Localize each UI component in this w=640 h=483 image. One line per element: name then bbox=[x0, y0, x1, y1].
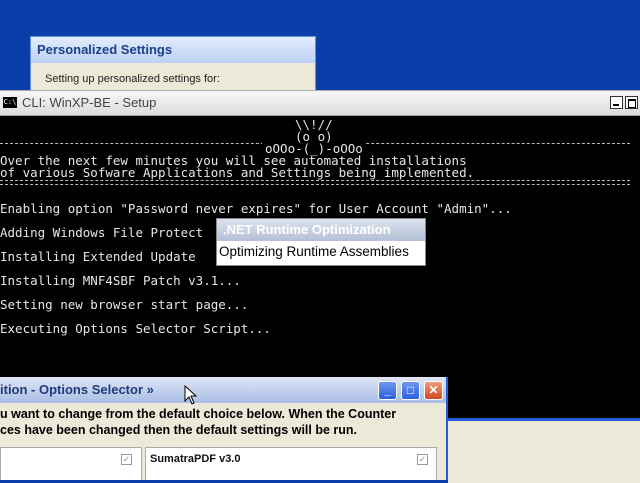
personalized-settings-text: Setting up personalized settings for: bbox=[45, 73, 220, 85]
option-checkbox[interactable]: ✓ bbox=[121, 454, 132, 465]
console-double-divider bbox=[0, 180, 630, 185]
mouse-cursor-icon bbox=[184, 385, 198, 405]
options-selector-window[interactable]: ition - Options Selector » _ □ ✕ u want … bbox=[0, 377, 448, 480]
personalized-settings-title: Personalized Settings bbox=[31, 37, 315, 63]
option-label-sumatrapdf: SumatraPDF v3.0 bbox=[150, 453, 241, 465]
console-icon: C:\ bbox=[3, 97, 17, 108]
console-output-line: Enabling option "Password never expires"… bbox=[0, 201, 512, 216]
options-selector-titlebar[interactable]: ition - Options Selector » _ □ ✕ bbox=[0, 377, 446, 403]
net-popup-message: Optimizing Runtime Assemblies bbox=[219, 244, 409, 259]
net-popup-title: .NET Runtime Optimization bbox=[217, 219, 425, 241]
options-description: ces have been changed then the default s… bbox=[0, 423, 358, 437]
minimize-button[interactable] bbox=[610, 96, 623, 109]
console-output-line: Executing Options Selector Script... bbox=[0, 321, 271, 336]
background-window-fragment bbox=[448, 418, 640, 483]
net-optimization-popup[interactable]: .NET Runtime Optimization Optimizing Run… bbox=[216, 218, 426, 266]
console-output-line: Installing MNF4SBF Patch v3.1... bbox=[0, 273, 241, 288]
console-output-line: Installing Extended Update bbox=[0, 249, 196, 264]
option-checkbox-sumatrapdf[interactable]: ✓ bbox=[417, 454, 428, 465]
console-output-line: Setting new browser start page... bbox=[0, 297, 249, 312]
options-description: u want to change from the default choice… bbox=[0, 407, 397, 421]
options-list-left[interactable]: ✓ bbox=[0, 447, 142, 480]
options-list-right[interactable]: SumatraPDF v3.0 ✓ bbox=[145, 447, 437, 480]
close-button[interactable]: ✕ bbox=[424, 381, 443, 400]
console-output-line: Adding Windows File Protect bbox=[0, 225, 204, 240]
console-title: CLI: WinXP-BE - Setup bbox=[22, 95, 157, 110]
minimize-button[interactable]: _ bbox=[378, 381, 397, 400]
console-titlebar[interactable]: C:\ CLI: WinXP-BE - Setup bbox=[0, 91, 640, 116]
maximize-button[interactable] bbox=[625, 96, 638, 109]
maximize-button[interactable]: □ bbox=[401, 381, 420, 400]
console-intro-line: of various Sofware Applications and Sett… bbox=[0, 165, 475, 180]
options-selector-title: ition - Options Selector » bbox=[0, 382, 154, 397]
